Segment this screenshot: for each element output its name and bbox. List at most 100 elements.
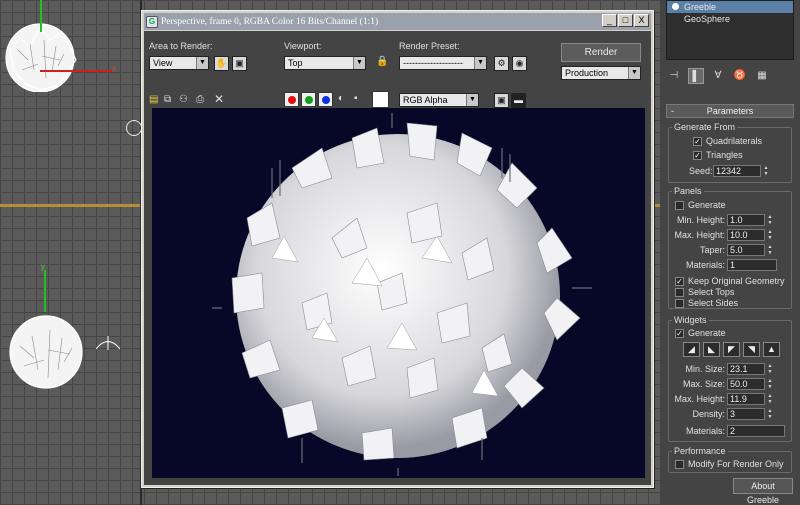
- spinner-icon[interactable]: ▲ ▼: [766, 214, 774, 226]
- spinner-icon[interactable]: ▲ ▼: [766, 229, 774, 241]
- seed-field[interactable]: 12342: [713, 165, 761, 177]
- viewport-label: Viewport:: [284, 41, 322, 51]
- modify-for-render-checkbox[interactable]: Modify For Render Only: [675, 459, 784, 469]
- blue-channel-icon: [321, 95, 330, 104]
- render-mode-dropdown[interactable]: Production ▼: [561, 66, 641, 80]
- panels-min-height-label: Min. Height:: [676, 215, 725, 225]
- render-preset-dropdown[interactable]: -------------------- ▼: [399, 56, 487, 70]
- x-axis-gizmo[interactable]: [40, 70, 112, 72]
- y-axis-label: y: [41, 262, 45, 271]
- lock-icon[interactable]: 🔒: [376, 56, 388, 67]
- environment-icon[interactable]: ◉: [512, 56, 527, 71]
- taper-field[interactable]: 5.0: [727, 244, 765, 256]
- color-swatch[interactable]: [372, 91, 389, 108]
- red-channel-toggle[interactable]: [284, 92, 299, 107]
- stack-item-greeble[interactable]: Greeble: [667, 1, 793, 13]
- spinner-icon[interactable]: ▲ ▼: [766, 408, 774, 420]
- keep-original-checkbox[interactable]: ✓ Keep Original Geometry: [675, 276, 785, 286]
- widget-type-2-icon[interactable]: ◣: [703, 342, 720, 357]
- render-preset-value: --------------------: [403, 58, 463, 68]
- remove-modifier-icon[interactable]: ♉: [732, 68, 748, 84]
- panels-min-height-field[interactable]: 1.0: [727, 214, 765, 226]
- y-axis-gizmo-bottom[interactable]: [44, 270, 46, 312]
- copy-image-icon[interactable]: ⧉: [164, 94, 171, 105]
- spinner-icon[interactable]: ▲ ▼: [766, 378, 774, 390]
- select-sides-checkbox[interactable]: Select Sides: [675, 298, 738, 308]
- area-to-render-dropdown[interactable]: View ▼: [149, 56, 209, 70]
- spinner-icon[interactable]: ▲ ▼: [766, 363, 774, 375]
- alpha-channel-icon[interactable]: ◐: [338, 93, 344, 104]
- rendered-frame-window[interactable]: G Perspective, frame 0, RGBA Color 16 Bi…: [141, 10, 654, 488]
- seed-spinner-icon[interactable]: ▲ ▼: [762, 165, 770, 177]
- red-channel-icon: [287, 95, 296, 104]
- spinner-icon[interactable]: ▲ ▼: [766, 393, 774, 405]
- taper-label: Taper:: [699, 245, 725, 255]
- save-image-icon[interactable]: ▤: [149, 94, 158, 105]
- print-image-icon[interactable]: ⎙: [196, 94, 204, 105]
- y-axis-gizmo[interactable]: [40, 0, 42, 32]
- stack-item-geosphere[interactable]: GeoSphere: [667, 13, 793, 25]
- modifier-stack[interactable]: Greeble GeoSphere: [666, 0, 794, 60]
- stack-item-label: Greeble: [684, 2, 717, 12]
- toggle-ui-icon[interactable]: ▬: [511, 93, 526, 108]
- checkbox-checked-icon: ✓: [693, 136, 702, 146]
- maximize-button[interactable]: □: [618, 14, 633, 27]
- render-button[interactable]: Render: [561, 43, 641, 62]
- display-channel-value: RGB Alpha: [403, 95, 448, 105]
- widgets-max-height-field[interactable]: 11.9: [727, 393, 765, 405]
- render-setup-icon[interactable]: ⚙: [494, 56, 509, 71]
- collapse-icon: -: [671, 106, 674, 116]
- show-end-result-icon[interactable]: ▌: [688, 68, 704, 84]
- widget-type-1-icon[interactable]: ◢: [683, 342, 700, 357]
- area-to-render-label: Area to Render:: [149, 41, 213, 51]
- lightbulb-icon[interactable]: [672, 3, 679, 10]
- chevron-down-icon: ▼: [353, 57, 365, 69]
- widget-type-5-icon[interactable]: ▲: [763, 342, 780, 357]
- green-channel-toggle[interactable]: [301, 92, 316, 107]
- greeble-sphere-bottom-left[interactable]: [4, 300, 90, 396]
- parameters-title: Parameters: [706, 106, 754, 116]
- checkbox-unchecked-icon: [675, 298, 684, 308]
- toggle-ui-overlay-icon[interactable]: ▣: [494, 93, 509, 108]
- checkbox-checked-icon: ✓: [675, 276, 684, 286]
- clear-icon[interactable]: ✕: [214, 92, 224, 106]
- widgets-materials-field[interactable]: 2: [727, 425, 785, 437]
- quadrilaterals-checkbox[interactable]: ✓ Quadrilaterals: [693, 136, 762, 146]
- max-size-field[interactable]: 50.0: [727, 378, 765, 390]
- panels-max-height-field[interactable]: 10.0: [727, 229, 765, 241]
- parameters-header[interactable]: - Parameters: [666, 104, 794, 118]
- title-bar[interactable]: G Perspective, frame 0, RGBA Color 16 Bi…: [144, 13, 651, 30]
- viewcube-circle-icon[interactable]: [126, 120, 142, 136]
- viewport-dropdown[interactable]: Top ▼: [284, 56, 366, 70]
- pin-stack-icon[interactable]: ⊣: [666, 68, 682, 84]
- triangles-checkbox[interactable]: ✓ Triangles: [693, 150, 743, 160]
- quadrilaterals-label: Quadrilaterals: [706, 136, 763, 146]
- display-channel-dropdown[interactable]: RGB Alpha ▼: [399, 93, 479, 107]
- panels-materials-field[interactable]: 1: [727, 259, 777, 271]
- minimize-button[interactable]: _: [602, 14, 617, 27]
- spinner-icon[interactable]: ▲ ▼: [766, 244, 774, 256]
- widget-type-4-icon[interactable]: ◥: [743, 342, 760, 357]
- panels-group: Panels Generate Min. Height: 1.0 ▲ ▼ Max.…: [668, 186, 792, 309]
- auto-region-icon[interactable]: ▣: [232, 56, 247, 71]
- rendered-image: [152, 108, 645, 478]
- about-greeble-button[interactable]: About Greeble: [733, 478, 793, 505]
- min-size-field[interactable]: 23.1: [727, 363, 765, 375]
- configure-sets-icon[interactable]: ▦: [754, 68, 770, 84]
- greeble-sphere-top-left[interactable]: [0, 20, 90, 92]
- monochrome-icon[interactable]: ▪: [354, 93, 358, 104]
- panels-generate-checkbox[interactable]: Generate: [675, 200, 726, 210]
- checkbox-unchecked-icon: [675, 459, 684, 469]
- close-button[interactable]: X: [634, 14, 649, 27]
- checkbox-unchecked-icon: [675, 287, 684, 297]
- blue-channel-toggle[interactable]: [318, 92, 333, 107]
- clone-frame-icon[interactable]: ⚇: [179, 94, 188, 105]
- window-title: Perspective, frame 0, RGBA Color 16 Bits…: [161, 16, 379, 27]
- stack-toolbar: ⊣ ▌ ∀ ♉ ▦: [666, 67, 794, 85]
- make-unique-icon[interactable]: ∀: [710, 68, 726, 84]
- edit-region-icon[interactable]: ✋: [214, 56, 229, 71]
- density-field[interactable]: 3: [727, 408, 765, 420]
- select-tops-checkbox[interactable]: Select Tops: [675, 287, 734, 297]
- widgets-generate-checkbox[interactable]: ✓ Generate: [675, 328, 726, 338]
- widget-type-3-icon[interactable]: ◤: [723, 342, 740, 357]
